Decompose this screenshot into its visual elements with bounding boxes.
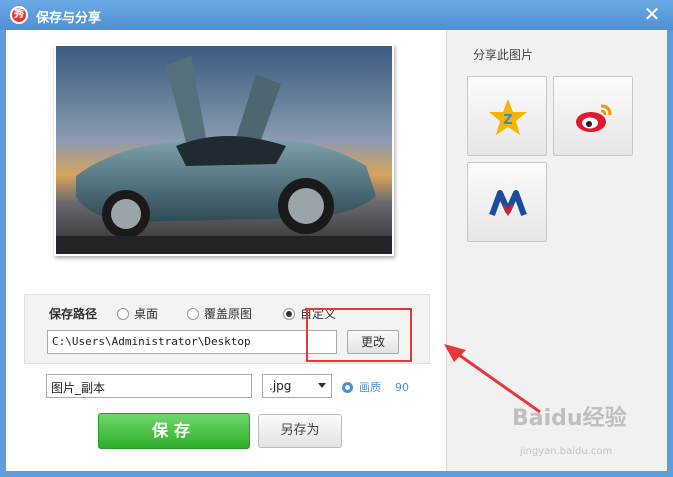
radio-dot xyxy=(117,307,129,320)
quality-setting[interactable]: 画质 90 xyxy=(342,379,409,395)
share-qzone-button[interactable]: Z xyxy=(467,76,547,156)
radio-label: 覆盖原图 xyxy=(204,307,253,321)
renren-icon xyxy=(489,190,527,217)
gear-icon xyxy=(342,381,353,393)
svg-text:Z: Z xyxy=(503,113,512,128)
quality-value: 90 xyxy=(395,380,409,394)
qzone-star-icon: Z xyxy=(489,99,527,135)
image-preview xyxy=(54,44,394,256)
file-name-input[interactable]: 图片_副本 xyxy=(46,374,252,398)
watermark-logo: Baidu经验 xyxy=(512,406,627,431)
weibo-icon xyxy=(576,104,612,132)
close-button[interactable]: ✕ xyxy=(641,4,663,26)
radio-dot xyxy=(187,307,199,320)
window-title: 保存与分享 xyxy=(36,11,102,26)
chevron-down-icon xyxy=(318,383,326,388)
share-weibo-button[interactable] xyxy=(553,76,633,156)
save-share-window: 秀 保存与分享 ✕ 保存路径 桌面 覆盖原图 自定义 C:\Users\Admi… xyxy=(0,0,673,477)
radio-desktop[interactable]: 桌面 xyxy=(117,305,158,322)
format-select[interactable]: .jpg xyxy=(262,374,332,398)
radio-overwrite[interactable]: 覆盖原图 xyxy=(187,305,252,322)
radio-label: 桌面 xyxy=(134,307,159,321)
preview-image xyxy=(56,46,392,254)
save-panel: 保存路径 桌面 覆盖原图 自定义 C:\Users\Administrator\… xyxy=(6,30,446,471)
save-button[interactable]: 保存 xyxy=(98,413,250,449)
watermark-url: jingyan.baidu.com xyxy=(520,446,613,457)
share-title: 分享此图片 xyxy=(473,48,534,62)
app-logo-icon: 秀 xyxy=(10,6,28,24)
highlight-annotation-box xyxy=(306,308,412,362)
title-bar: 秀 保存与分享 ✕ xyxy=(0,0,673,30)
quality-label: 画质 xyxy=(359,381,381,394)
save-as-button[interactable]: 另存为 xyxy=(258,414,342,448)
save-path-input[interactable]: C:\Users\Administrator\Desktop xyxy=(47,330,337,354)
share-renren-button[interactable] xyxy=(467,162,547,242)
radio-dot-selected xyxy=(283,307,295,320)
format-value: .jpg xyxy=(269,379,292,393)
save-path-label: 保存路径 xyxy=(49,307,98,321)
